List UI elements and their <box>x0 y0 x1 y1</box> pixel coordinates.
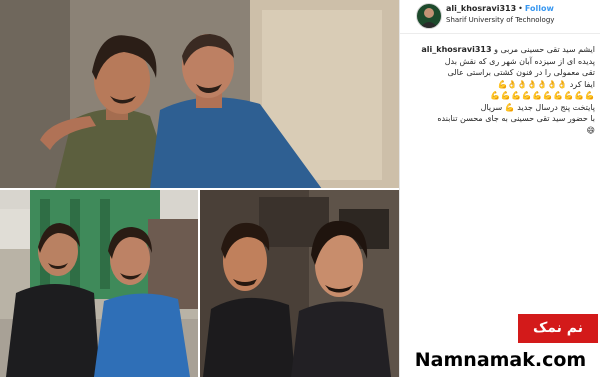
bottom-left-photo <box>0 189 199 377</box>
post-photo-collage <box>0 0 399 377</box>
user-avatar-icon[interactable] <box>416 3 442 29</box>
post-caption: ایشم سید تقی حسینی مربی و ali_khosravi31… <box>409 44 595 136</box>
caption-line-5: 💪💪💪💪💪💪💪💪💪💪 <box>490 91 595 100</box>
caption-line-4: ایفا کرد 👌👌👌👌👌👌💪 <box>497 79 595 89</box>
caption-line-8: 😄 <box>586 125 595 135</box>
caption-username[interactable]: ali_khosravi313 <box>421 45 491 54</box>
username-link[interactable]: ali_khosravi313 <box>446 4 516 13</box>
follow-button[interactable]: Follow <box>525 4 554 13</box>
caption-line-7: با حضور سید تقی حسینی به جای محسن تنابند… <box>437 114 595 123</box>
top-photo <box>0 0 399 189</box>
bottom-right-photo-scene <box>199 189 399 377</box>
post-header: ali_khosravi313 • Follow Sharif University… <box>400 0 600 34</box>
caption-line-6: پایتخت پنج درسال جدید 💪 سریال <box>480 102 595 112</box>
top-photo-scene <box>0 0 399 189</box>
user-line: ali_khosravi313 • Follow <box>446 4 554 14</box>
brand-badge: نم نمک <box>518 314 598 343</box>
photo-divider-vertical <box>198 189 200 377</box>
bottom-left-photo-scene <box>0 189 199 377</box>
caption-line-1-text: ایشم سید تقی حسینی مربی و <box>494 45 595 54</box>
brand-site-name: Namnamak.com <box>414 349 587 371</box>
separator-dot: • <box>518 4 523 13</box>
caption-line-1: ایشم سید تقی حسینی مربی و ali_khosravi31… <box>409 44 595 56</box>
bottom-right-photo <box>199 189 399 377</box>
caption-line-2: پدیده ای از سیزده آبان شهر ری که نقش بدل <box>444 56 595 66</box>
location-link[interactable]: Sharif University of Technology <box>446 16 554 24</box>
caption-line-3: تقی معمولی را در فنون کشتی براستی عالی <box>447 68 596 77</box>
